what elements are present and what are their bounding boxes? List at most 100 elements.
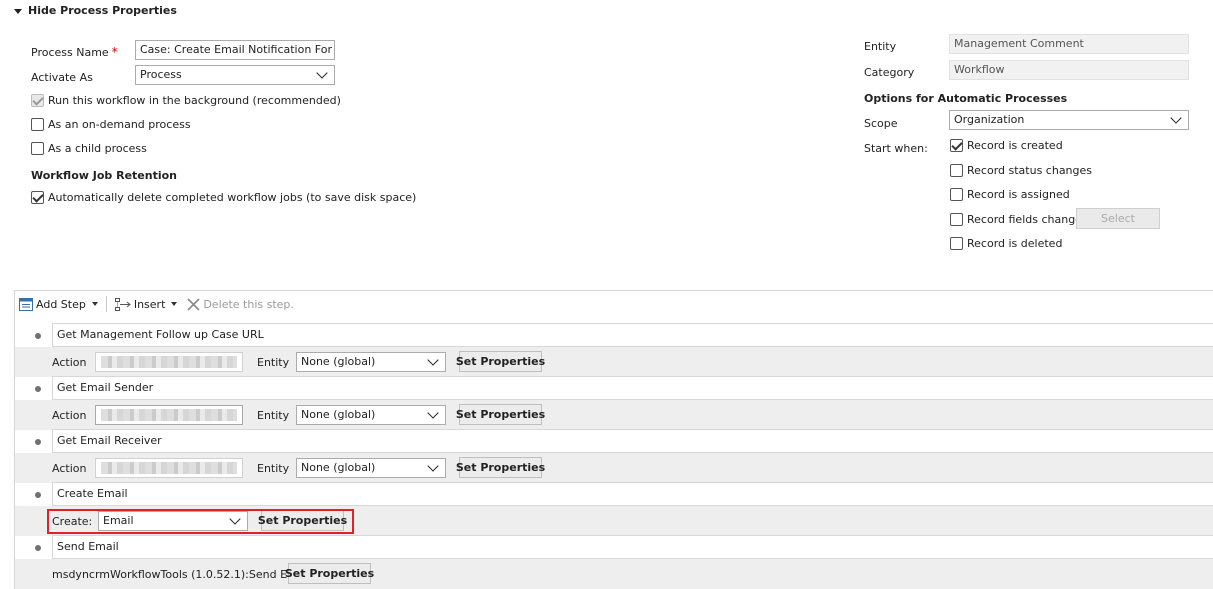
insert-button[interactable]: Insert [114,297,178,311]
add-step-button[interactable]: Add Step [19,297,98,311]
start-when-label: Start when: [864,142,928,155]
auto-delete-label: Automatically delete completed workflow … [48,191,417,204]
steps-list: Get Management Follow up Case URL Action… [14,317,1213,589]
step-row: msdyncrmWorkflowTools (1.0.52.1):Send Em… [15,559,1213,589]
entity-select[interactable]: None (global) [296,352,446,372]
redacted-action-value [101,462,237,474]
record-assigned-option[interactable]: Record is assigned [950,188,1070,201]
dropdown-caret-icon [91,302,98,306]
run-background-checkbox [31,94,44,107]
action-label: Action [52,462,87,475]
action-label: Action [52,356,87,369]
step-bullet-icon [35,439,41,445]
step-title[interactable]: Get Email Sender [52,376,1213,400]
record-fields-checkbox[interactable] [950,213,963,226]
highlight-box [47,509,354,534]
action-select[interactable] [95,405,243,425]
scope-value: Organization [954,113,1025,126]
set-properties-button[interactable]: Set Properties [285,563,374,584]
record-deleted-checkbox[interactable] [950,237,963,250]
select-fields-button[interactable]: Select [1076,208,1160,229]
entity-label: Entity [257,409,290,422]
set-properties-button[interactable]: Set Properties [456,457,545,478]
chevron-down-icon [427,460,439,472]
process-name-label: Process Name * [31,45,118,59]
action-label: Action [52,409,87,422]
on-demand-checkbox[interactable] [31,118,44,131]
step-bullet-icon [35,386,41,392]
activate-as-label: Activate As [31,71,93,84]
activate-as-select[interactable]: Process [135,65,335,85]
category-field: Workflow [949,60,1189,80]
record-created-option[interactable]: Record is created [950,139,1063,152]
entity-select[interactable]: None (global) [296,458,446,478]
action-select[interactable] [95,458,243,478]
delete-x-icon [187,297,200,311]
record-status-option[interactable]: Record status changes [950,164,1092,177]
auto-delete-option[interactable]: Automatically delete completed workflow … [31,191,416,204]
toolbar-divider [105,296,107,312]
scope-label: Scope [864,117,898,130]
redacted-action-value [101,356,237,368]
hide-process-properties-toggle[interactable]: Hide Process Properties [14,4,177,17]
step-bullet-icon [35,492,41,498]
chevron-down-icon [316,67,328,79]
entity-field: Management Comment [949,34,1189,54]
entity-label: Entity [257,356,290,369]
insert-icon [114,297,131,311]
delete-step-label: Delete this step. [203,297,294,311]
step-row: Action Entity None (global) Set Properti… [15,453,1213,483]
collapse-triangle-icon [14,8,22,14]
step-row: Action Entity None (global) Set Properti… [15,400,1213,430]
entity-label: Entity [257,462,290,475]
add-step-icon [19,297,33,311]
scope-select[interactable]: Organization [949,110,1189,130]
record-deleted-option[interactable]: Record is deleted [950,237,1062,250]
entity-value: None (global) [301,408,376,421]
section-toggle-label: Hide Process Properties [28,4,177,17]
record-assigned-label: Record is assigned [967,188,1070,201]
entity-value: None (global) [301,461,376,474]
on-demand-label: As an on-demand process [48,118,191,131]
run-background-option: Run this workflow in the background (rec… [31,94,341,107]
run-background-label: Run this workflow in the background (rec… [48,94,341,107]
auto-delete-checkbox[interactable] [31,191,44,204]
entity-select[interactable]: None (global) [296,405,446,425]
required-marker: * [111,45,118,59]
redacted-action-value [101,409,237,421]
chevron-down-icon [427,407,439,419]
step-bullet-icon [35,545,41,551]
process-name-input[interactable]: Case: Create Email Notification For Mana… [135,40,335,60]
record-fields-label: Record fields change [967,213,1082,226]
action-select[interactable] [95,352,243,372]
record-fields-option[interactable]: Record fields change [950,213,1082,226]
child-process-option[interactable]: As a child process [31,142,147,155]
child-process-checkbox[interactable] [31,142,44,155]
delete-step-button[interactable]: Delete this step. [187,298,294,311]
set-properties-button[interactable]: Set Properties [456,351,545,372]
insert-label: Insert [133,297,166,311]
set-properties-button[interactable]: Set Properties [456,404,545,425]
action-text: msdyncrmWorkflowTools (1.0.52.1):Send Em… [52,568,311,581]
step-title[interactable]: Send Email [52,535,1213,559]
child-process-label: As a child process [48,142,147,155]
options-heading: Options for Automatic Processes [864,92,1068,105]
add-step-label: Add Step [36,297,86,311]
chevron-down-icon [1170,112,1182,124]
step-title[interactable]: Get Management Follow up Case URL [52,323,1213,347]
entity-label: Entity [864,40,897,53]
record-assigned-checkbox[interactable] [950,188,963,201]
record-status-checkbox[interactable] [950,164,963,177]
step-title[interactable]: Create Email [52,482,1213,506]
steps-toolbar: Add Step Insert Delete this step. [14,290,1213,317]
retention-heading: Workflow Job Retention [31,169,177,182]
entity-value: None (global) [301,355,376,368]
step-bullet-icon [35,333,41,339]
record-created-checkbox[interactable] [950,139,963,152]
record-status-label: Record status changes [967,164,1093,177]
category-label: Category [864,66,915,79]
record-deleted-label: Record is deleted [967,237,1063,250]
dropdown-caret-icon [171,302,178,306]
step-title[interactable]: Get Email Receiver [52,429,1213,453]
on-demand-option[interactable]: As an on-demand process [31,118,191,131]
